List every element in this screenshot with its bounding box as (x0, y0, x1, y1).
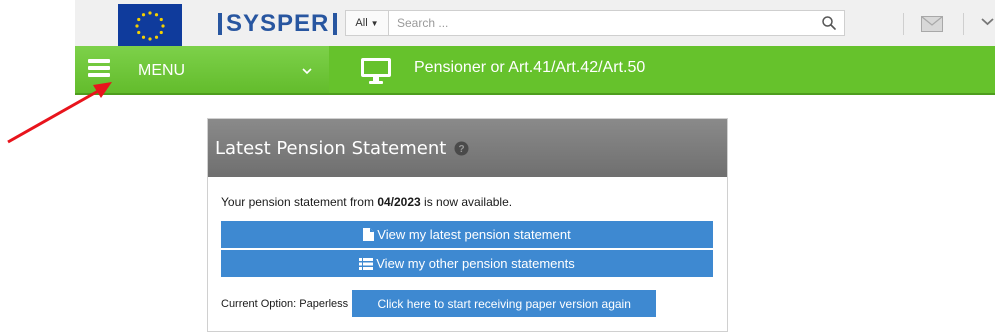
statement-suffix: is now available. (420, 195, 513, 209)
panel-body: Your pension statement from 04/2023 is n… (208, 177, 727, 317)
chevron-down-icon (302, 68, 312, 75)
statement-prefix: Your pension statement from (221, 195, 378, 209)
eu-star (159, 17, 163, 22)
eu-star (141, 13, 146, 17)
current-option-label: Current Option: Paperless (221, 297, 349, 310)
caret-down-icon: ▼ (370, 18, 379, 28)
eu-star (135, 24, 139, 28)
page: SYSPER All ▼ ME (0, 0, 995, 332)
logo-bar-left (218, 13, 222, 35)
eu-star (148, 11, 152, 15)
search-button[interactable] (814, 11, 844, 35)
chevron-down-icon[interactable] (980, 14, 995, 29)
search-box: All ▼ (345, 10, 845, 36)
main-navbar: MENU Pensioner or Art.41/Art.42/Art.50 (75, 46, 995, 95)
eu-flag-logo (118, 4, 182, 48)
view-latest-label: View my latest pension statement (377, 227, 571, 242)
search-scope-dropdown[interactable]: All ▼ (346, 11, 389, 35)
eu-star (137, 17, 141, 22)
search-icon (822, 16, 836, 30)
pension-statement-panel: Latest Pension Statement ? Your pension … (207, 118, 728, 332)
view-other-label: View my other pension statements (376, 256, 575, 271)
receive-paper-version-button[interactable]: Click here to start receiving paper vers… (352, 290, 657, 317)
role-title: Pensioner or Art.41/Art.42/Art.50 (414, 59, 646, 76)
eu-star (154, 35, 159, 39)
monitor-icon (361, 58, 391, 84)
sysper-logo[interactable]: SYSPER (214, 9, 341, 39)
eu-star (148, 37, 152, 41)
statement-date: 04/2023 (377, 195, 421, 209)
menu-label: MENU (138, 62, 186, 79)
view-latest-statement-button[interactable]: View my latest pension statement (221, 221, 713, 248)
eu-star (141, 35, 146, 39)
logo-text: SYSPER (226, 10, 330, 37)
logo-bar-right (333, 13, 338, 35)
svg-text:?: ? (459, 144, 465, 155)
panel-header: Latest Pension Statement ? (208, 119, 727, 177)
current-option-row: Current Option: Paperless Click here to … (221, 290, 713, 317)
mail-icon[interactable] (921, 16, 943, 32)
view-other-statements-button[interactable]: View my other pension statements (221, 250, 713, 277)
document-icon (363, 228, 375, 241)
statement-message: Your pension statement from 04/2023 is n… (221, 195, 713, 211)
header-divider (963, 13, 964, 35)
eu-star (161, 24, 165, 28)
header-divider (903, 13, 904, 35)
eu-star (137, 30, 141, 35)
search-input[interactable] (389, 11, 814, 35)
help-icon[interactable]: ? (454, 141, 469, 156)
eu-star (159, 30, 163, 35)
red-arrow (7, 82, 112, 144)
panel-title: Latest Pension Statement (215, 137, 447, 159)
eu-star (154, 13, 159, 17)
list-icon (359, 257, 374, 270)
search-scope-label: All (355, 17, 368, 29)
